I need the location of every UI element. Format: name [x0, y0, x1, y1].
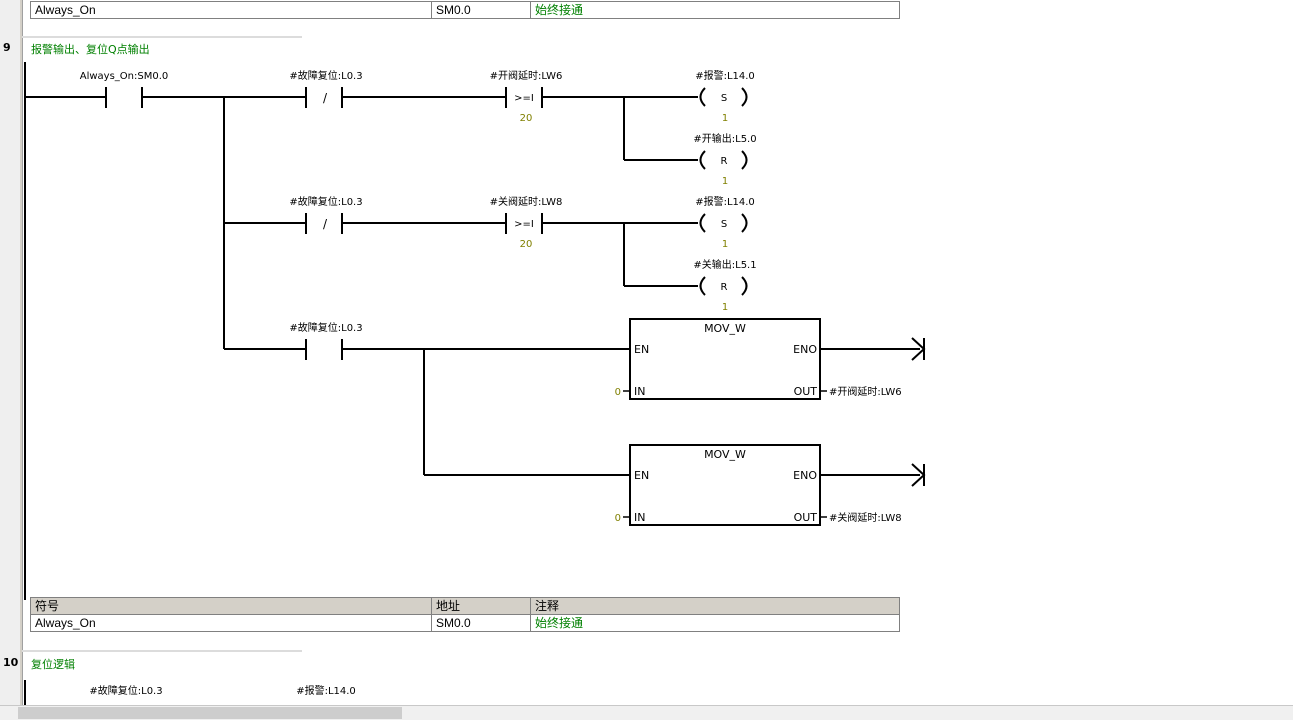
network-title[interactable]: 复位逻辑 [31, 656, 75, 672]
coil-op: S [721, 93, 727, 104]
box-title: MOV_W [704, 322, 746, 335]
box-pin-eno: ENO [793, 343, 817, 356]
box-pin-out: OUT [794, 511, 818, 524]
symbol-table: 符号 地址 注释 Always_On SM0.0 始终接通 [30, 597, 900, 632]
network-separator [22, 650, 302, 652]
box-pin-eno: ENO [793, 469, 817, 482]
negate-symbol: / [323, 217, 328, 231]
box-in-value: 0 [615, 513, 621, 524]
table-row[interactable]: Always_On SM0.0 始终接通 [30, 614, 900, 632]
coil-label: #报警:L14.0 [296, 684, 356, 697]
coil-op: R [721, 282, 728, 293]
box-title: MOV_W [704, 448, 746, 461]
compare-op: >=I [514, 219, 534, 230]
box-pin-en: EN [634, 343, 649, 356]
horizontal-scrollbar[interactable] [0, 705, 1293, 720]
coil-label: #开输出:L5.0 [693, 132, 756, 145]
contact-always-on[interactable] [105, 87, 143, 108]
coil-label: #报警:L14.0 [695, 69, 755, 82]
compare-value: 20 [520, 113, 533, 124]
address-cell: SM0.0 [431, 614, 531, 632]
compare-label: #开阀延时:LW6 [490, 69, 563, 82]
box-out-value: #关阀延时:LW8 [829, 511, 902, 524]
coil-count: 1 [722, 239, 728, 250]
negate-symbol: / [323, 91, 328, 105]
compare-op: >=I [514, 93, 534, 104]
coil-count: 1 [722, 176, 728, 187]
box-pin-in: IN [634, 385, 645, 398]
coil-label: #关输出:L5.1 [693, 258, 756, 271]
table-header-row: 符号 地址 注释 [30, 597, 900, 615]
comment-cell: 始终接通 [530, 614, 900, 632]
box-pin-in: IN [634, 511, 645, 524]
symbol-cell: Always_On [30, 614, 432, 632]
network-number[interactable]: 10 [3, 656, 18, 669]
coil-label: #报警:L14.0 [695, 195, 755, 208]
scrollbar-thumb[interactable] [18, 707, 402, 719]
compare-label: #关阀延时:LW8 [490, 195, 563, 208]
contact-label: Always_On:SM0.0 [80, 71, 169, 82]
contact-label: #故障复位:L0.3 [89, 684, 162, 697]
box-pin-out: OUT [794, 385, 818, 398]
box-pin-en: EN [634, 469, 649, 482]
coil-count: 1 [722, 302, 728, 313]
col-header-comment: 注释 [530, 597, 900, 615]
coil-op: R [721, 156, 728, 167]
col-header-symbol: 符号 [30, 597, 432, 615]
compare-value: 20 [520, 239, 533, 250]
coil-count: 1 [722, 113, 728, 124]
coil-op: S [721, 219, 727, 230]
contact-label: #故障复位:L0.3 [289, 321, 362, 334]
col-header-address: 地址 [431, 597, 531, 615]
contact-reset-no-3[interactable] [305, 339, 343, 360]
contact-label: #故障复位:L0.3 [289, 195, 362, 208]
box-out-value: #开阀延时:LW6 [829, 385, 902, 398]
box-in-value: 0 [615, 387, 621, 398]
contact-label: #故障复位:L0.3 [289, 69, 362, 82]
